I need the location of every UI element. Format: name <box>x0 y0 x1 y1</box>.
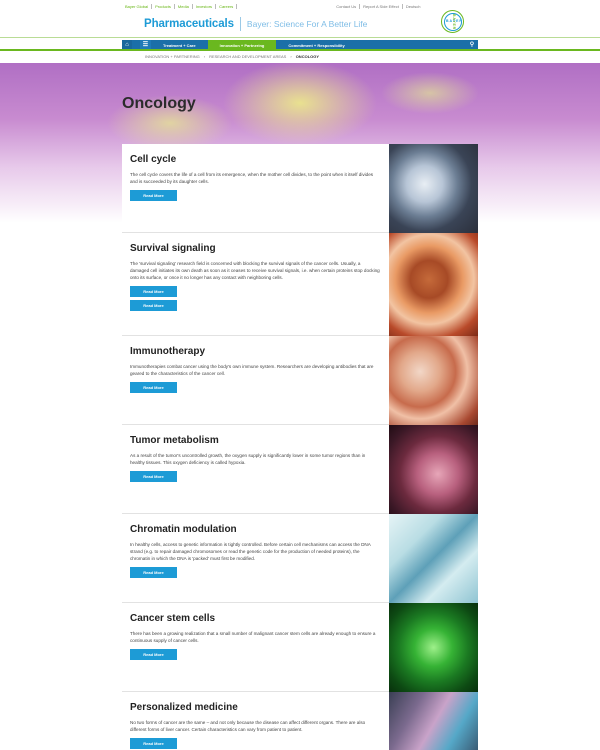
topic-list: Cell cycle The cell cycle covers the lif… <box>122 144 478 750</box>
topic-title: Chromatin modulation <box>130 524 237 535</box>
search-icon: ⚲ <box>469 42 475 48</box>
cancer-stem-cells-image <box>389 603 478 692</box>
read-more-button[interactable]: Read More <box>130 190 177 201</box>
site-tagline: Bayer: Science For A Better Life <box>246 19 368 29</box>
topic-card-personalized-medicine: Personalized medicine No two forms of ca… <box>122 692 478 750</box>
read-more-button[interactable]: Read More <box>130 382 177 393</box>
utility-link-report-side-effect[interactable]: Report A Side Effect <box>360 4 403 9</box>
read-more-button[interactable]: Read More <box>130 567 177 578</box>
topic-title: Cancer stem cells <box>130 613 216 624</box>
read-more-button[interactable]: Read More <box>130 286 177 297</box>
brand-divider <box>239 17 241 31</box>
topic-title: Cell cycle <box>130 154 177 165</box>
topic-title: Personalized medicine <box>130 702 238 713</box>
topic-description: As a result of the tumor's uncontrolled … <box>130 453 366 465</box>
topic-title: Immunotherapy <box>130 346 206 357</box>
menu-icon: ☰ <box>142 42 149 48</box>
read-more-button[interactable]: Read More <box>130 471 177 482</box>
topic-card-immunotherapy: Immunotherapy Immunotherapies combat can… <box>122 336 478 425</box>
topic-text: Chromatin modulation In healthy cells, a… <box>122 514 388 602</box>
cell-cycle-image <box>389 144 478 233</box>
topic-description: The cell cycle covers the life of a cell… <box>130 172 374 184</box>
home-icon: ⌂ <box>125 42 129 48</box>
topic-text: Immunotherapy Immunotherapies combat can… <box>122 336 388 424</box>
chromatin-modulation-image <box>389 514 478 603</box>
topic-text: Survival signaling The 'survival signali… <box>122 233 388 335</box>
utility-link-media[interactable]: Media <box>175 4 193 9</box>
topic-text: Personalized medicine No two forms of ca… <box>122 692 388 750</box>
personalized-medicine-image <box>389 692 478 750</box>
topic-card-cancer-stem-cells: Cancer stem cells There has been a growi… <box>122 603 478 692</box>
breadcrumb-separator-icon: › <box>203 54 206 59</box>
utility-link-investors[interactable]: Investors <box>193 4 217 9</box>
read-more-button[interactable]: Read More <box>130 300 177 311</box>
topic-text: Cell cycle The cell cycle covers the lif… <box>122 144 388 232</box>
topic-title: Survival signaling <box>130 243 216 254</box>
breadcrumb-separator-icon: › <box>290 54 292 59</box>
topic-description: The 'survival signaling' research field … <box>130 261 380 280</box>
breadcrumb-item-innovation[interactable]: Innovation + Partnering <box>145 54 200 59</box>
breadcrumb: Innovation + Partnering › Research and D… <box>145 54 319 59</box>
breadcrumb-item-research[interactable]: Research and Development Areas <box>209 54 286 59</box>
immunotherapy-image <box>389 336 478 425</box>
utility-link-contact[interactable]: Contact Us <box>333 4 361 9</box>
topic-description: No two forms of cancer are the same – an… <box>130 720 366 732</box>
read-more-button[interactable]: Read More <box>130 649 177 660</box>
topic-card-cell-cycle: Cell cycle The cell cycle covers the lif… <box>122 144 478 233</box>
site-title[interactable]: Pharmaceuticals <box>144 18 234 30</box>
topic-description: Immunotherapies combat cancer using the … <box>130 364 374 376</box>
tumor-metabolism-image <box>389 425 478 514</box>
topic-title: Tumor metabolism <box>130 435 219 446</box>
topic-card-chromatin-modulation: Chromatin modulation In healthy cells, a… <box>122 514 478 603</box>
page-title: Oncology <box>122 95 196 112</box>
topic-text: Cancer stem cells There has been a growi… <box>122 603 388 691</box>
topic-card-survival-signaling: Survival signaling The 'survival signali… <box>122 233 478 336</box>
nav-underline <box>0 49 600 51</box>
breadcrumb-item-current: Oncology <box>295 54 320 59</box>
topic-description: There has been a growing realization tha… <box>130 631 376 643</box>
topic-text: Tumor metabolism As a result of the tumo… <box>122 425 388 513</box>
brand-header: Pharmaceuticals Bayer: Science For A Bet… <box>144 14 367 34</box>
utility-bar: Bayer Global Products Media Investors Ca… <box>122 2 424 11</box>
logo-text-vertical: BAYER <box>452 14 456 30</box>
topic-card-tumor-metabolism: Tumor metabolism As a result of the tumo… <box>122 425 478 514</box>
utility-link-bayer-global[interactable]: Bayer Global <box>122 4 153 9</box>
utility-link-products[interactable]: Products <box>152 4 175 9</box>
survival-signaling-image <box>389 233 478 336</box>
header-divider <box>0 37 600 38</box>
topic-description: In healthy cells, access to genetic info… <box>130 542 371 561</box>
utility-link-deutsch[interactable]: Deutsch <box>403 4 424 9</box>
bayer-logo[interactable]: BAYER BAYER <box>441 10 464 33</box>
utility-link-careers[interactable]: Careers <box>216 4 238 9</box>
read-more-button[interactable]: Read More <box>130 738 177 749</box>
